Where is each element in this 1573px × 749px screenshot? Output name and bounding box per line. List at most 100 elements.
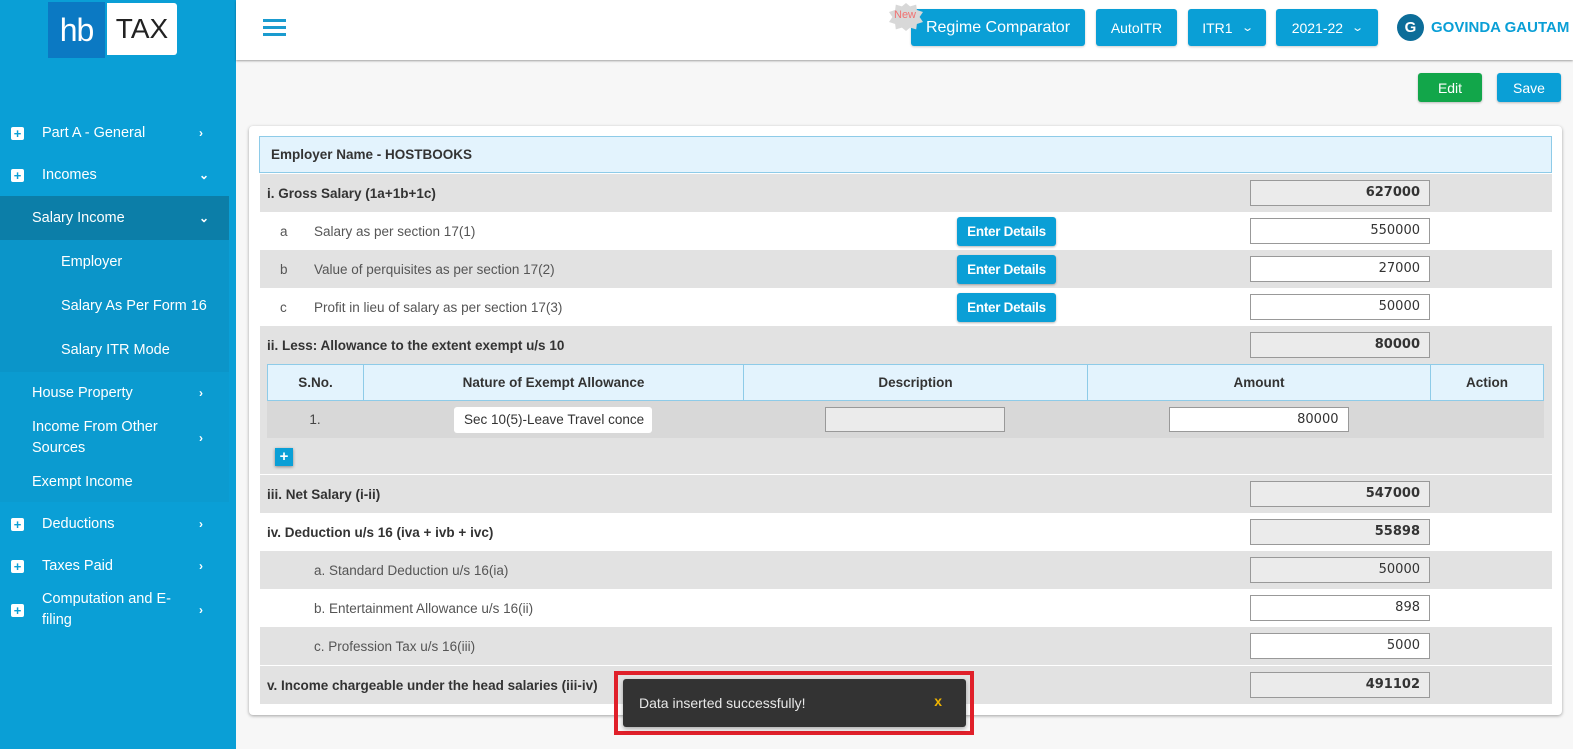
standard-deduction-row: a. Standard Deduction u/s 16(ia) 50000 bbox=[260, 551, 1552, 589]
action-cell bbox=[1430, 401, 1542, 438]
allowance-label: ii. Less: Allowance to the extent exempt… bbox=[267, 337, 565, 353]
save-button[interactable]: Save bbox=[1497, 73, 1561, 102]
sidebar-item-computation-and-e-filing[interactable]: + Computation and E-filing › bbox=[0, 586, 229, 634]
profit-17-3-input[interactable]: 50000 bbox=[1250, 294, 1430, 320]
item-letter: b bbox=[280, 261, 288, 277]
chevron-down-icon: ⌄ bbox=[199, 168, 210, 182]
logo-tax: TAX bbox=[107, 3, 177, 55]
sidebar-item-label: Computation and E-filing bbox=[42, 591, 171, 628]
regime-comparator-button[interactable]: Regime Comparator bbox=[911, 9, 1085, 46]
success-toast: Data inserted successfully! x bbox=[623, 679, 966, 727]
toast-close-button[interactable]: x bbox=[934, 693, 942, 709]
income-chargeable-value: 491102 bbox=[1250, 672, 1430, 698]
profession-tax-input[interactable]: 5000 bbox=[1250, 633, 1430, 659]
gross-salary-value: 627000 bbox=[1250, 180, 1430, 206]
plus-box-icon: + bbox=[11, 603, 24, 617]
plus-box-icon: + bbox=[11, 517, 24, 531]
top-bar: Regime Comparator New AutoITR ITR1 ⌄ 202… bbox=[236, 0, 1573, 60]
hbtax-logo[interactable]: hb TAX bbox=[48, 2, 177, 58]
salary-17-1-row: a Salary as per section 17(1) Enter Deta… bbox=[260, 212, 1552, 250]
sidebar-item-exempt-income[interactable]: Exempt Income bbox=[0, 462, 229, 502]
sidebar-item-label: Deductions bbox=[42, 516, 115, 532]
income-chargeable-label: v. Income chargeable under the head sala… bbox=[267, 677, 598, 693]
chevron-down-icon: ⌄ bbox=[199, 211, 210, 225]
standard-deduction-label: a. Standard Deduction u/s 16(ia) bbox=[314, 562, 509, 578]
sidebar-item-part-a-general[interactable]: + Part A - General › bbox=[0, 112, 229, 154]
sidebar-item-label: Incomes bbox=[42, 167, 97, 183]
net-salary-label: iii. Net Salary (i-ii) bbox=[267, 486, 381, 502]
sidebar: hb TAX + Part A - General › + Incomes ⌄ … bbox=[0, 0, 236, 749]
chevron-right-icon: › bbox=[199, 431, 203, 445]
allowance-row: ii. Less: Allowance to the extent exempt… bbox=[260, 326, 1552, 364]
net-salary-value: 547000 bbox=[1250, 481, 1430, 507]
sidebar-item-incomes[interactable]: + Incomes ⌄ bbox=[0, 154, 229, 196]
sidebar-item-label: Salary As Per Form 16 bbox=[61, 298, 207, 314]
entertainment-allowance-input[interactable]: 898 bbox=[1250, 595, 1430, 621]
profession-tax-label: c. Profession Tax u/s 16(iii) bbox=[314, 638, 476, 654]
sidebar-item-label: Part A - General bbox=[42, 125, 146, 141]
assessment-year-dropdown[interactable]: 2021-22 ⌄ bbox=[1276, 9, 1378, 46]
chevron-down-icon: ⌄ bbox=[1240, 22, 1254, 34]
sidebar-item-employer[interactable]: Employer bbox=[0, 240, 229, 284]
plus-box-icon: + bbox=[11, 126, 24, 140]
item-label: Value of perquisites as per section 17(2… bbox=[314, 261, 555, 277]
sidebar-item-income-from-other-sources[interactable]: Income From Other Sources › bbox=[0, 414, 229, 462]
item-label: Profit in lieu of salary as per section … bbox=[314, 299, 563, 315]
nature-of-allowance-select[interactable]: Sec 10(5)-Leave Travel conce bbox=[454, 406, 652, 433]
assessment-year-value: 2021-22 bbox=[1291, 19, 1344, 36]
header-action: Action bbox=[1466, 375, 1508, 390]
description-cell bbox=[743, 401, 1087, 438]
itr-form-dropdown[interactable]: ITR1 ⌄ bbox=[1188, 9, 1266, 46]
enter-details-button[interactable]: Enter Details bbox=[957, 254, 1056, 284]
chevron-down-icon: ⌄ bbox=[1351, 22, 1365, 34]
header-amount: Amount bbox=[1088, 365, 1431, 400]
sidebar-nav: + Part A - General › + Incomes ⌄ Salary … bbox=[0, 112, 229, 634]
salary-17-1-input[interactable]: 550000 bbox=[1250, 218, 1430, 244]
perquisites-17-2-row: b Value of perquisites as per section 17… bbox=[260, 250, 1552, 288]
header-nature: Nature of Exempt Allowance bbox=[364, 365, 744, 400]
avatar: G bbox=[1397, 14, 1424, 41]
header-description: Description bbox=[744, 365, 1088, 400]
user-menu[interactable]: G GOVINDA GAUTAM bbox=[1397, 14, 1569, 41]
sidebar-item-label: Salary ITR Mode bbox=[61, 342, 170, 358]
profit-17-3-row: c Profit in lieu of salary as per sectio… bbox=[260, 288, 1552, 326]
description-input[interactable] bbox=[825, 407, 1005, 432]
sidebar-item-deductions[interactable]: + Deductions › bbox=[0, 502, 229, 546]
allowance-amount-input[interactable]: 80000 bbox=[1168, 407, 1349, 432]
edit-button[interactable]: Edit bbox=[1418, 73, 1482, 102]
standard-deduction-value: 50000 bbox=[1250, 557, 1430, 583]
autoitr-button[interactable]: AutoITR bbox=[1096, 9, 1177, 46]
sidebar-item-salary-as-per-form-16[interactable]: Salary As Per Form 16 bbox=[0, 284, 229, 328]
add-row-button[interactable]: + bbox=[275, 448, 293, 466]
chevron-right-icon: › bbox=[199, 126, 203, 140]
plus-box-icon: + bbox=[11, 168, 24, 182]
incomes-submenu: House Property › Income From Other Sourc… bbox=[0, 372, 229, 502]
plus-box-icon: + bbox=[11, 559, 24, 573]
sidebar-item-label: House Property bbox=[32, 385, 133, 401]
sidebar-item-house-property[interactable]: House Property › bbox=[0, 372, 229, 414]
deduction-16-value: 55898 bbox=[1250, 519, 1430, 545]
exempt-allowance-section: ii. Less: Allowance to the extent exempt… bbox=[260, 326, 1552, 474]
table-row: 1. Sec 10(5)-Leave Travel conce 80000 bbox=[267, 401, 1544, 438]
sidebar-item-taxes-paid[interactable]: + Taxes Paid › bbox=[0, 546, 229, 586]
enter-details-button[interactable]: Enter Details bbox=[957, 292, 1056, 322]
enter-details-button[interactable]: Enter Details bbox=[957, 216, 1056, 246]
table-header: S.No. Nature of Exempt Allowance Descrip… bbox=[267, 364, 1544, 401]
sidebar-item-salary-itr-mode[interactable]: Salary ITR Mode bbox=[0, 328, 229, 372]
exempt-allowance-table: S.No. Nature of Exempt Allowance Descrip… bbox=[267, 364, 1544, 438]
item-letter: c bbox=[280, 299, 287, 315]
employer-name-header: Employer Name - HOSTBOOKS bbox=[259, 136, 1552, 173]
sidebar-item-label: Exempt Income bbox=[32, 474, 133, 490]
gross-salary-label: i. Gross Salary (1a+1b+1c) bbox=[267, 185, 436, 201]
deduction-16-label: iv. Deduction u/s 16 (iva + ivb + ivc) bbox=[267, 524, 494, 540]
hamburger-icon[interactable] bbox=[263, 19, 286, 36]
toast-message: Data inserted successfully! bbox=[639, 695, 806, 711]
perquisites-17-2-input[interactable]: 27000 bbox=[1250, 256, 1430, 282]
header-sno: S.No. bbox=[268, 365, 364, 400]
chevron-right-icon: › bbox=[199, 386, 203, 400]
deduction-16-row: iv. Deduction u/s 16 (iva + ivb + ivc) 5… bbox=[260, 513, 1552, 551]
chevron-right-icon: › bbox=[199, 559, 203, 573]
itr-form-value: ITR1 bbox=[1202, 19, 1233, 36]
item-letter: a bbox=[280, 223, 288, 239]
sidebar-item-salary-income[interactable]: Salary Income ⌄ bbox=[0, 196, 229, 240]
